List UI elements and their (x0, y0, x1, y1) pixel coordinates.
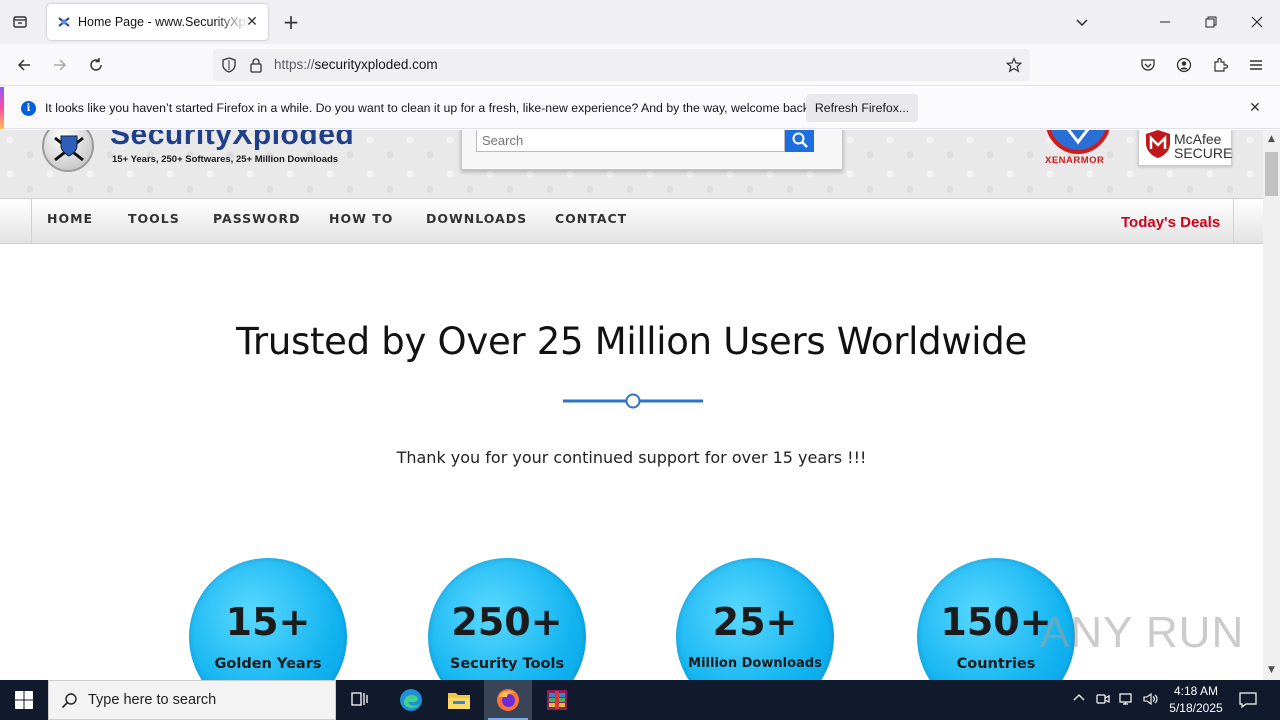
forward-arrow-icon[interactable] (47, 52, 73, 78)
site-search-box (461, 130, 843, 170)
mcafee-secure-badge[interactable]: McAfee SECURE (1138, 130, 1232, 166)
site-favicon-icon (58, 17, 70, 27)
search-icon (61, 693, 77, 709)
windows-logo-icon (15, 691, 33, 709)
site-logo-shield-icon[interactable] (42, 130, 94, 172)
todays-deals-link[interactable]: Today's Deals (1121, 214, 1220, 231)
thank-you-text: Thank you for your continued support for… (396, 448, 867, 467)
extensions-icon[interactable] (1207, 52, 1233, 78)
start-button[interactable] (0, 680, 48, 720)
notification-accent (0, 87, 4, 129)
url-bar[interactable]: https://securityxploded.com (213, 49, 1030, 81)
meet-now-icon[interactable] (1095, 692, 1111, 708)
notifications-icon[interactable] (1239, 692, 1257, 709)
menu-edge-right (1233, 199, 1234, 244)
site-tagline: 15+ Years, 250+ Softwares, 25+ Million D… (112, 154, 339, 165)
edge-browser-icon[interactable] (387, 680, 435, 720)
reload-icon[interactable] (83, 52, 109, 78)
taskbar-clock[interactable]: 4:18 AM 5/18/2025 (1164, 683, 1228, 717)
restore-button[interactable] (1197, 8, 1225, 36)
scroll-down-icon[interactable]: ▼ (1266, 665, 1277, 676)
stat-golden-years: 15+ Golden Years (189, 558, 347, 680)
account-icon[interactable] (1171, 52, 1197, 78)
refresh-firefox-button[interactable]: Refresh Firefox... (806, 94, 918, 122)
tab-close-icon[interactable]: ✕ (244, 14, 260, 30)
site-search-input[interactable] (476, 130, 785, 152)
menu-item-home[interactable]: HOME (47, 211, 93, 226)
pocket-icon[interactable] (1135, 52, 1161, 78)
menu-hamburger-icon[interactable] (1243, 52, 1269, 78)
close-window-button[interactable] (1243, 8, 1271, 36)
mcafee-shield-icon (1146, 130, 1170, 158)
file-explorer-icon[interactable] (435, 680, 483, 720)
tab-bar: Home Page - www.SecurityXploded.com ✕ + (0, 0, 1280, 44)
page-viewport: SecurityXploded 15+ Years, 250+ Software… (0, 130, 1263, 680)
stat-label: Security Tools (449, 656, 565, 672)
xenarmor-badge[interactable]: XENARMOR (1040, 130, 1116, 174)
stat-security-tools: 250+ Security Tools (428, 558, 586, 680)
xenarmor-shield-icon (1046, 130, 1110, 154)
headline-divider (563, 393, 703, 409)
clock-date: 5/18/2025 (1169, 701, 1223, 715)
page-headline: Trusted by Over 25 Million Users Worldwi… (236, 320, 1027, 363)
windows-taskbar: Type here to search 4:18 AM 5/18/2025 (0, 680, 1280, 720)
menu-item-password[interactable]: PASSWORD (213, 211, 301, 226)
xenarmor-label: XENARMOR (1045, 155, 1105, 166)
stat-million-downloads: 25+ Million Downloads (676, 558, 834, 680)
notification-close-icon[interactable]: ✕ (1247, 100, 1263, 116)
stat-number: 15+ (225, 600, 311, 644)
winrar-icon[interactable] (533, 680, 581, 720)
volume-icon[interactable] (1143, 692, 1159, 708)
list-all-tabs-icon[interactable] (1068, 8, 1096, 36)
tab-home-page[interactable]: Home Page - www.SecurityXploded.com ✕ (47, 4, 268, 40)
bookmark-star-icon[interactable] (1006, 57, 1022, 73)
info-icon: i (21, 101, 36, 116)
refresh-firefox-notification: i It looks like you haven’t started Fire… (0, 87, 1280, 129)
menu-item-tools[interactable]: TOOLS (128, 211, 180, 226)
lock-icon[interactable] (249, 57, 263, 73)
menu-item-how-to[interactable]: HOW TO (329, 211, 393, 226)
tab-title: Home Page - www.SecurityXploded.com (78, 15, 250, 29)
stat-label: Golden Years (214, 656, 322, 672)
tab-list-icon[interactable] (8, 10, 32, 34)
menu-item-contact[interactable]: CONTACT (555, 211, 627, 226)
task-view-icon[interactable] (336, 680, 384, 720)
stat-label: Countries (956, 656, 1036, 672)
url-text: https://securityxploded.com (274, 57, 438, 72)
firefox-taskbar-icon[interactable] (484, 680, 532, 720)
minimize-button[interactable] (1151, 8, 1179, 36)
stat-number: 25+ (712, 600, 798, 644)
stat-label: Million Downloads (688, 656, 822, 671)
page-scrollbar[interactable]: ▲ ▼ (1263, 130, 1280, 680)
show-hidden-icons-chevron-icon[interactable] (1071, 692, 1087, 708)
network-icon[interactable] (1119, 692, 1135, 708)
mcafee-text: McAfee SECURE (1174, 131, 1233, 161)
back-arrow-icon[interactable] (11, 52, 37, 78)
navigation-toolbar: https://securityxploded.com (0, 44, 1280, 86)
taskbar-search-box[interactable]: Type here to search (48, 680, 336, 720)
new-tab-button[interactable]: + (280, 11, 302, 33)
scroll-up-icon[interactable]: ▲ (1266, 134, 1277, 145)
taskbar-search-placeholder: Type here to search (88, 692, 217, 708)
notification-message: It looks like you haven’t started Firefo… (45, 101, 813, 115)
stat-number: 250+ (451, 600, 563, 644)
anyrun-watermark: ANY RUN (1040, 608, 1245, 657)
site-logo-text[interactable]: SecurityXploded (110, 130, 354, 152)
site-search-button[interactable] (785, 130, 814, 152)
search-icon (792, 132, 808, 148)
clock-time: 4:18 AM (1173, 684, 1219, 698)
site-main-menu: HOME TOOLS PASSWORD HOW TO DOWNLOADS CON… (0, 198, 1263, 244)
menu-item-downloads[interactable]: DOWNLOADS (426, 211, 527, 226)
scrollbar-thumb[interactable] (1265, 152, 1278, 196)
menu-edge-left (31, 199, 32, 244)
site-header: SecurityXploded 15+ Years, 250+ Software… (0, 130, 1263, 198)
tracking-protection-shield-icon[interactable] (221, 57, 237, 73)
